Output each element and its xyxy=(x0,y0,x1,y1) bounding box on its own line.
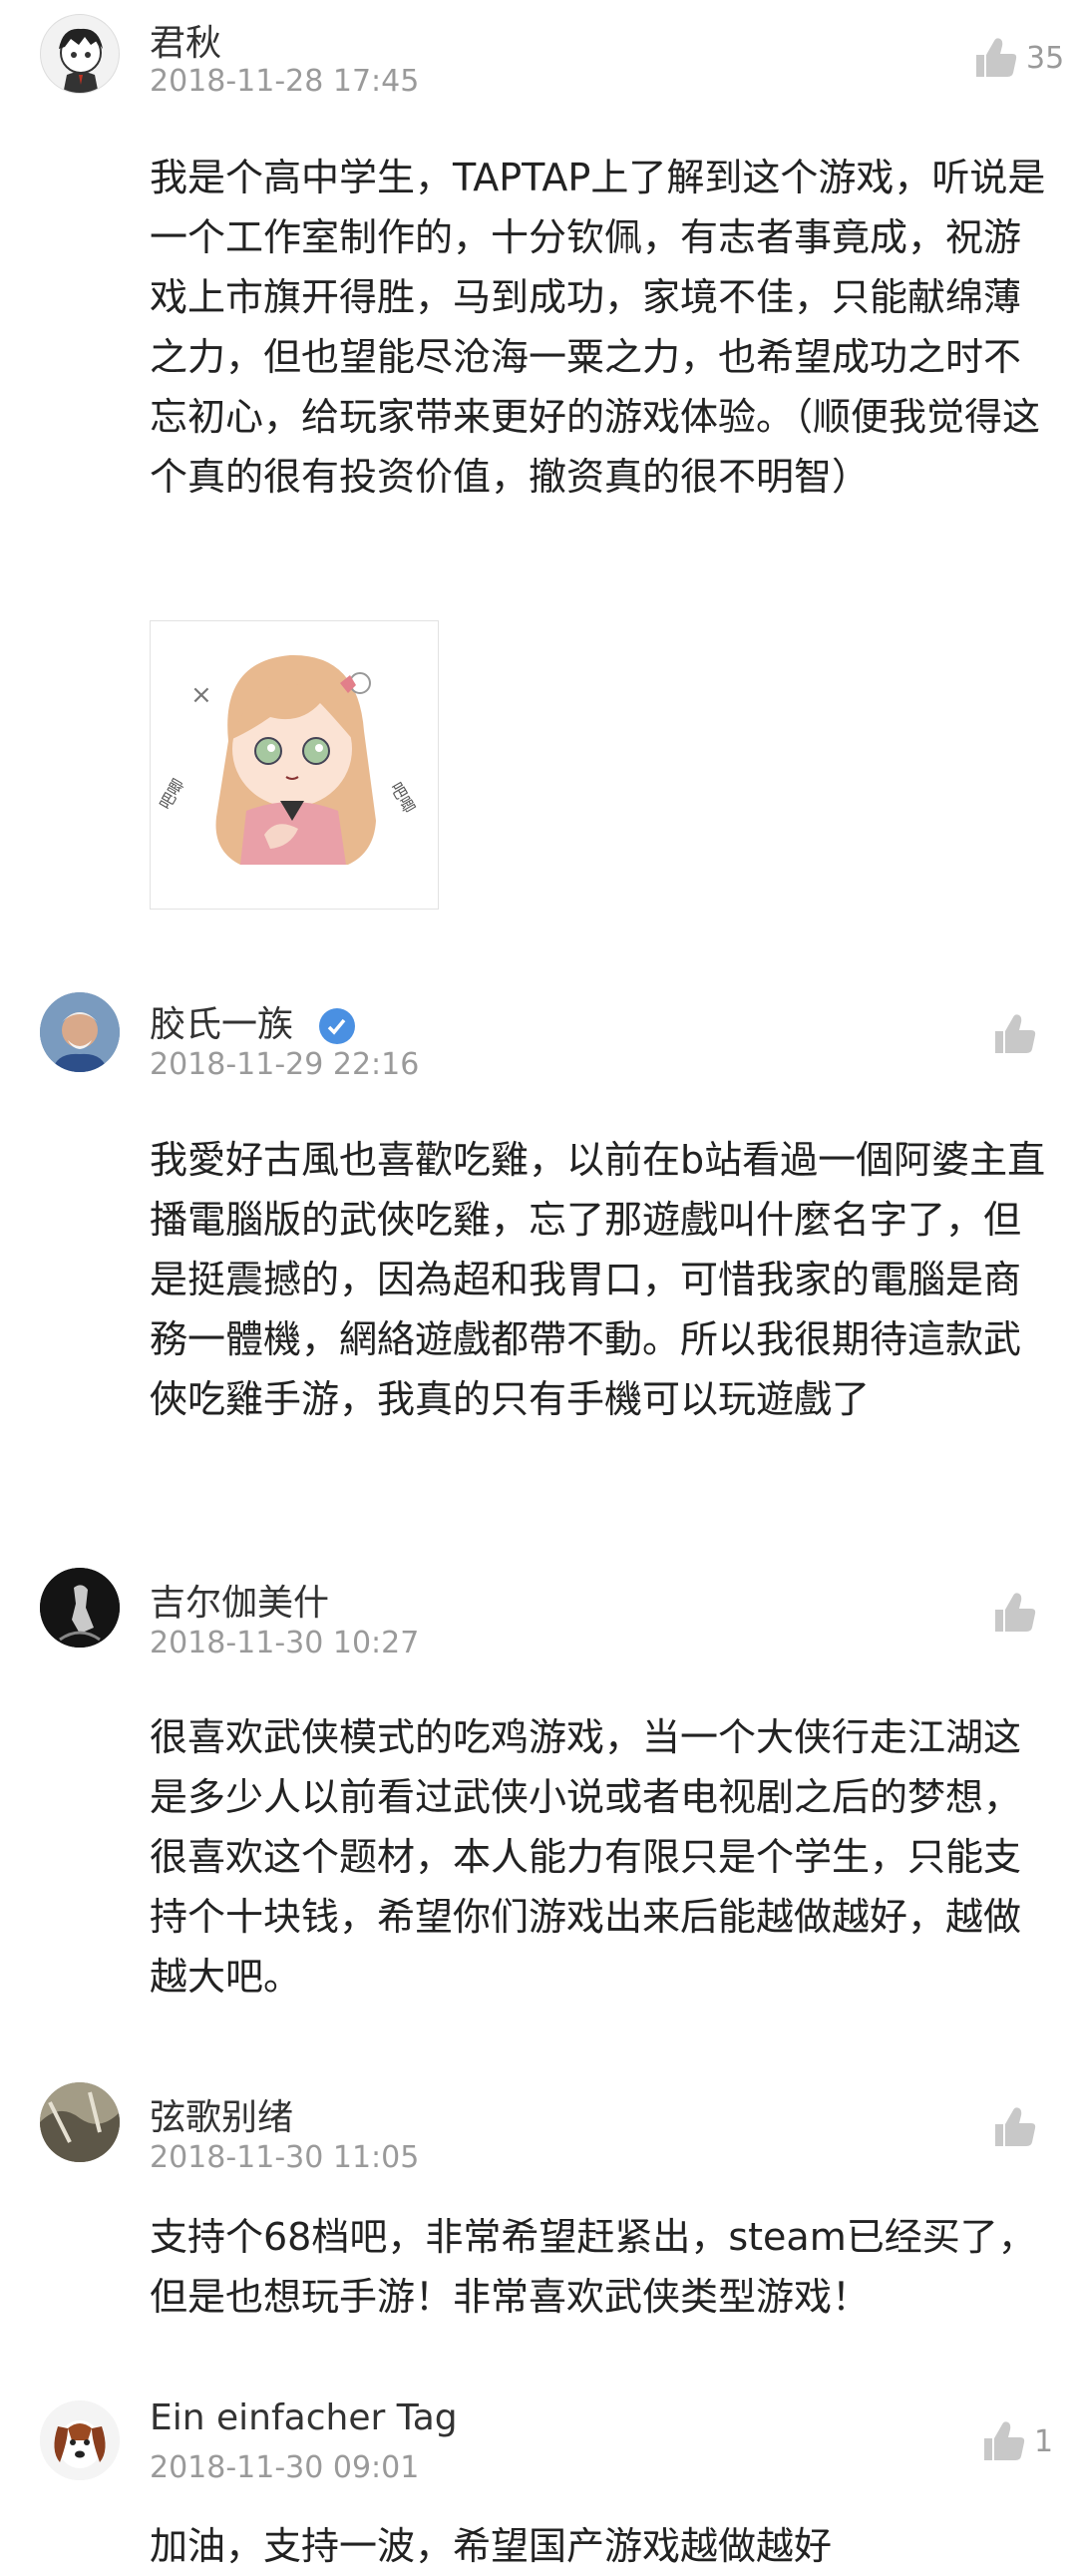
like-button[interactable]: 1 xyxy=(980,2418,1053,2464)
verified-badge-icon xyxy=(319,1008,356,1044)
thumbs-up-icon xyxy=(995,2107,1036,2146)
sticker-image[interactable]: × 吧唧 吧唧 xyxy=(150,620,439,910)
username[interactable]: 胶氏一族 xyxy=(150,995,356,1047)
like-button[interactable] xyxy=(991,2104,1045,2150)
avatar[interactable] xyxy=(40,992,120,1072)
avatar[interactable] xyxy=(40,1568,120,1648)
timestamp: 2018-11-30 10:27 xyxy=(150,1626,420,1660)
comment-text: 很喜欢武侠模式的吃鸡游戏，当一个大侠行走江湖这是多少人以前看过武侠小说或者电视剧… xyxy=(150,1715,1022,1999)
like-button[interactable] xyxy=(991,1011,1045,1057)
comment-text: 我是个高中学生，TAPTAP上了解到这个游戏，听说是一个工作室制作的，十分钦佩，… xyxy=(150,156,1046,499)
thumbs-up-icon xyxy=(995,1014,1036,1053)
thumbs-up-icon xyxy=(984,2421,1025,2460)
avatar[interactable] xyxy=(40,2082,120,2162)
timestamp: 2018-11-30 11:05 xyxy=(150,2140,420,2175)
sticker-text-right: 吧唧 xyxy=(387,779,419,816)
username-text: 胶氏一族 xyxy=(150,1004,294,1045)
like-count: 35 xyxy=(1026,40,1065,76)
timestamp: 2018-11-28 17:45 xyxy=(150,64,420,99)
username[interactable]: 吉尔伽美什 xyxy=(150,1574,329,1626)
username[interactable]: 弦歌别绪 xyxy=(150,2088,293,2140)
comment-text: 加油，支持一波，希望国产游戏越做越好 xyxy=(150,2524,833,2568)
like-button[interactable] xyxy=(991,1590,1045,1636)
thumbs-up-icon xyxy=(976,38,1017,77)
like-count: 1 xyxy=(1034,2423,1054,2459)
thumbs-up-icon xyxy=(995,1593,1036,1632)
like-button[interactable]: 35 xyxy=(972,35,1064,81)
timestamp: 2018-11-29 22:16 xyxy=(150,1047,420,1082)
avatar[interactable] xyxy=(40,2400,120,2480)
sticker-text-left: 吧唧 xyxy=(156,776,187,813)
timestamp: 2018-11-30 09:01 xyxy=(150,2450,420,2485)
username[interactable]: 君秋 xyxy=(150,14,221,66)
username[interactable]: Ein einfacher Tag xyxy=(150,2397,458,2438)
avatar[interactable] xyxy=(40,14,120,94)
comment-text: 支持个68档吧，非常希望赶紧出，steam已经买了，但是也想玩手游！非常喜欢武侠… xyxy=(150,2215,1036,2319)
comment-text: 我愛好古風也喜歡吃雞，以前在b站看過一個阿婆主直播電腦版的武俠吃雞，忘了那遊戲叫… xyxy=(150,1138,1046,1421)
svg-text:×: × xyxy=(190,680,212,710)
